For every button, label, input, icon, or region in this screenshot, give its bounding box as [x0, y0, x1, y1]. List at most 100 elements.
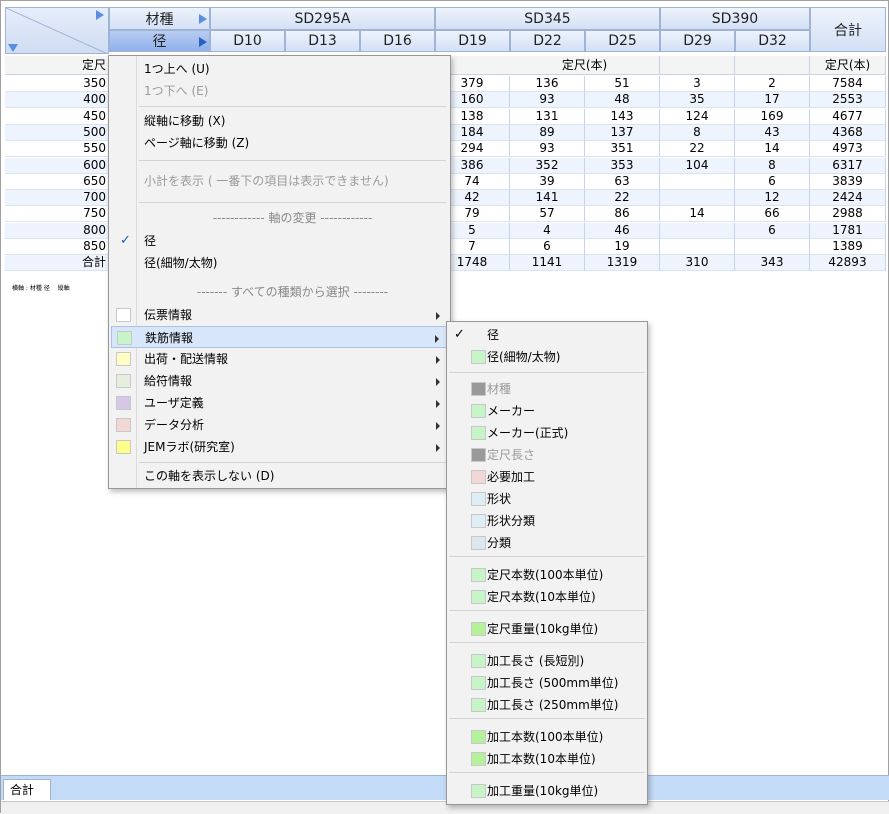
group-header-sd390[interactable]: SD390 — [660, 7, 810, 30]
value-cell[interactable]: 143 — [585, 108, 660, 125]
value-cell[interactable]: 141 — [510, 190, 585, 207]
value-cell[interactable] — [660, 239, 735, 255]
menu-item-move-page[interactable]: ページ軸に移動 (Z) — [111, 132, 448, 154]
total-cell[interactable]: 2424 — [810, 190, 886, 207]
value-cell[interactable]: 63 — [585, 173, 660, 190]
submenu-item[interactable]: 形状 — [449, 488, 645, 510]
value-cell[interactable]: 93 — [510, 141, 585, 158]
value-cell[interactable]: 310 — [660, 255, 735, 272]
menu-item-category[interactable]: ユーザ定義 — [111, 392, 448, 414]
total-cell[interactable]: 7584 — [810, 76, 886, 92]
value-cell[interactable]: 169 — [735, 108, 810, 125]
value-cell[interactable]: 2 — [735, 76, 810, 92]
value-cell[interactable]: 343 — [735, 255, 810, 272]
value-cell[interactable]: 35 — [660, 92, 735, 109]
menu-item-category[interactable]: 鉄筋情報 — [111, 326, 448, 348]
submenu-item[interactable]: 定尺長さ — [449, 444, 645, 466]
total-cell[interactable]: 4368 — [810, 124, 886, 141]
total-cell[interactable]: 2988 — [810, 206, 886, 223]
value-cell[interactable]: 4 — [510, 222, 585, 239]
value-cell[interactable]: 1141 — [510, 255, 585, 272]
total-cell[interactable]: 4677 — [810, 108, 886, 125]
diameter-header[interactable]: D32 — [735, 30, 810, 52]
submenu-item[interactable]: 加工長さ (500mm単位) — [449, 672, 645, 694]
value-cell[interactable]: 352 — [510, 157, 585, 174]
submenu-item[interactable]: メーカー — [449, 400, 645, 422]
total-cell[interactable]: 6317 — [810, 157, 886, 174]
value-cell[interactable]: 89 — [510, 124, 585, 141]
submenu-item[interactable]: 必要加工 — [449, 466, 645, 488]
axis-material-header[interactable]: 材種 — [109, 7, 210, 30]
submenu-item[interactable]: 材種 — [449, 378, 645, 400]
value-cell[interactable]: 12 — [735, 190, 810, 207]
value-cell[interactable]: 22 — [585, 190, 660, 207]
value-cell[interactable]: 39 — [510, 173, 585, 190]
value-cell[interactable]: 22 — [660, 141, 735, 158]
total-cell[interactable]: 3839 — [810, 173, 886, 190]
value-cell[interactable]: 93 — [510, 92, 585, 109]
diameter-header[interactable]: D22 — [510, 30, 585, 52]
menu-item-move-down[interactable]: 1つ下へ (E) — [111, 80, 448, 102]
row-axis-arrow-icon[interactable] — [8, 44, 18, 52]
value-cell[interactable]: 57 — [510, 206, 585, 223]
diameter-header[interactable]: D19 — [435, 30, 510, 52]
total-cell[interactable]: 1389 — [810, 239, 886, 255]
submenu-item[interactable]: 加工長さ (長短別) — [449, 650, 645, 672]
value-cell[interactable]: 51 — [585, 76, 660, 92]
value-cell[interactable]: 351 — [585, 141, 660, 158]
value-cell[interactable]: 46 — [585, 222, 660, 239]
diameter-header[interactable]: D16 — [360, 30, 435, 52]
value-cell[interactable]: 48 — [585, 92, 660, 109]
menu-item-category[interactable]: 出荷・配送情報 — [111, 348, 448, 370]
diameter-header[interactable]: D10 — [210, 30, 285, 52]
total-cell[interactable]: 42893 — [810, 255, 886, 272]
value-cell[interactable]: 6 — [735, 173, 810, 190]
tab-total[interactable]: 合計 — [3, 779, 51, 800]
diameter-header[interactable]: D13 — [285, 30, 360, 52]
submenu-item[interactable]: 定尺本数(100本単位) — [449, 564, 645, 586]
value-cell[interactable]: 104 — [660, 157, 735, 174]
menu-item-category[interactable]: JEMラボ(研究室) — [111, 436, 448, 458]
menu-item-move-vertical[interactable]: 縦軸に移動 (X) — [111, 110, 448, 132]
submenu-item[interactable]: 径(細物/太物) — [449, 346, 645, 368]
menu-item-hide-axis[interactable]: この軸を表示しない (D) — [111, 465, 448, 487]
submenu-item[interactable]: 加工重量(10kg単位) — [449, 780, 645, 802]
menu-item-category[interactable]: 伝票情報 — [111, 304, 448, 326]
value-cell[interactable]: 14 — [660, 206, 735, 223]
diameter-header[interactable]: D25 — [585, 30, 660, 52]
total-cell[interactable]: 2553 — [810, 92, 886, 109]
value-cell[interactable] — [735, 239, 810, 255]
value-cell[interactable]: 3 — [660, 76, 735, 92]
axis-diameter-header[interactable]: 径 — [109, 30, 210, 52]
menu-item-diameter[interactable]: ✓ 径 — [111, 230, 448, 252]
total-cell[interactable]: 4973 — [810, 141, 886, 158]
group-header-sd295a[interactable]: SD295A — [210, 7, 435, 30]
total-header[interactable]: 合計 — [810, 7, 886, 52]
value-cell[interactable]: 136 — [510, 76, 585, 92]
value-cell[interactable]: 19 — [585, 239, 660, 255]
value-cell[interactable] — [660, 190, 735, 207]
menu-item-category[interactable]: 給符情報 — [111, 370, 448, 392]
diameter-header[interactable]: D29 — [660, 30, 735, 52]
value-cell[interactable]: 66 — [735, 206, 810, 223]
value-cell[interactable]: 6 — [735, 222, 810, 239]
value-cell[interactable]: 43 — [735, 124, 810, 141]
column-axis-arrow-icon[interactable] — [96, 10, 104, 20]
menu-item-category[interactable]: データ分析 — [111, 414, 448, 436]
submenu-item[interactable]: 分類 — [449, 532, 645, 554]
submenu-item[interactable]: 加工本数(100本単位) — [449, 726, 645, 748]
menu-item-move-up[interactable]: 1つ上へ (U) — [111, 58, 448, 80]
submenu-item[interactable]: 形状分類 — [449, 510, 645, 532]
value-cell[interactable]: 353 — [585, 157, 660, 174]
value-cell[interactable]: 131 — [510, 108, 585, 125]
submenu-item[interactable]: 定尺重量(10kg単位) — [449, 618, 645, 640]
value-cell[interactable]: 8 — [735, 157, 810, 174]
value-cell[interactable]: 86 — [585, 206, 660, 223]
value-cell[interactable]: 6 — [510, 239, 585, 255]
group-header-sd345[interactable]: SD345 — [435, 7, 660, 30]
value-cell[interactable] — [660, 173, 735, 190]
value-cell[interactable]: 137 — [585, 124, 660, 141]
submenu-item[interactable]: 加工長さ (250mm単位) — [449, 694, 645, 716]
value-cell[interactable]: 14 — [735, 141, 810, 158]
submenu-item[interactable]: 加工本数(10本単位) — [449, 748, 645, 770]
